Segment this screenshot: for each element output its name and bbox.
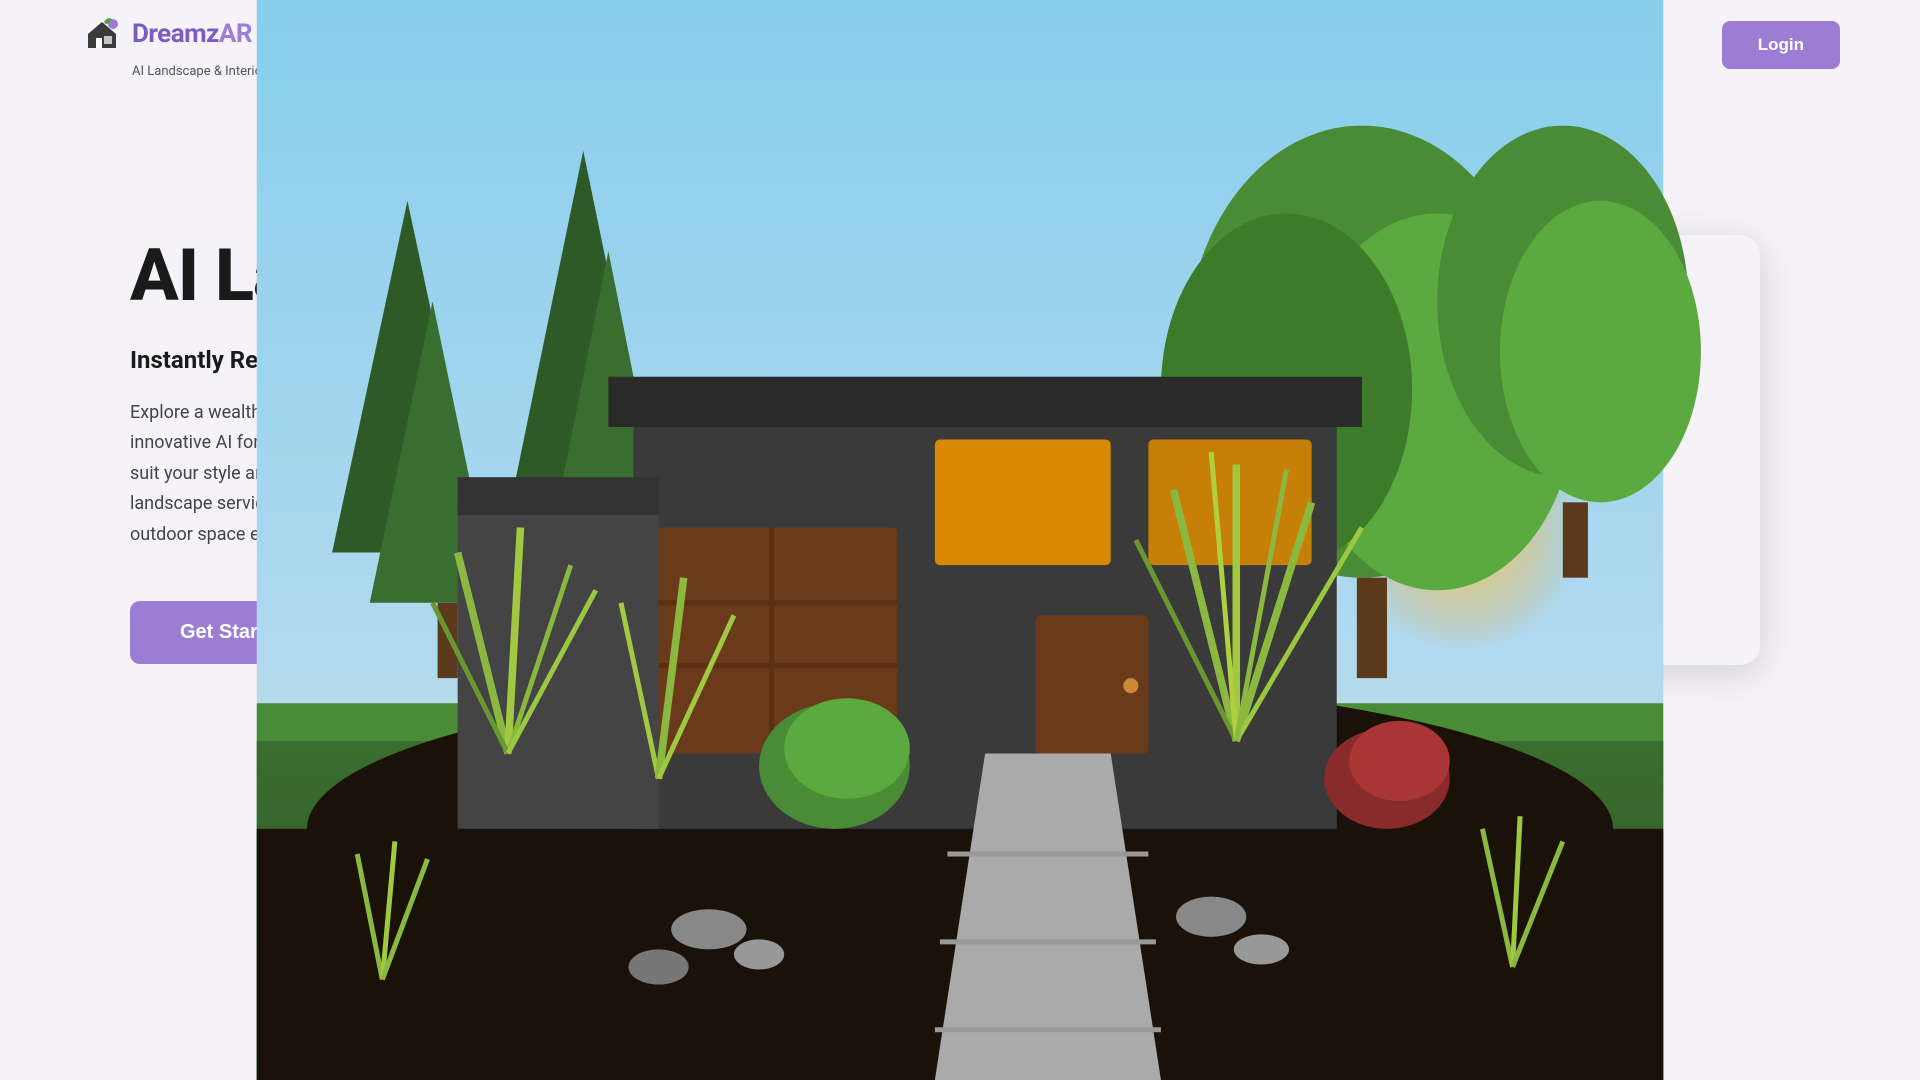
hero-section: AI Landscape Design Instantly Redesign Y… bbox=[0, 90, 1920, 790]
landscape-illustration bbox=[1200, 235, 1760, 665]
hero-image bbox=[1200, 235, 1760, 665]
